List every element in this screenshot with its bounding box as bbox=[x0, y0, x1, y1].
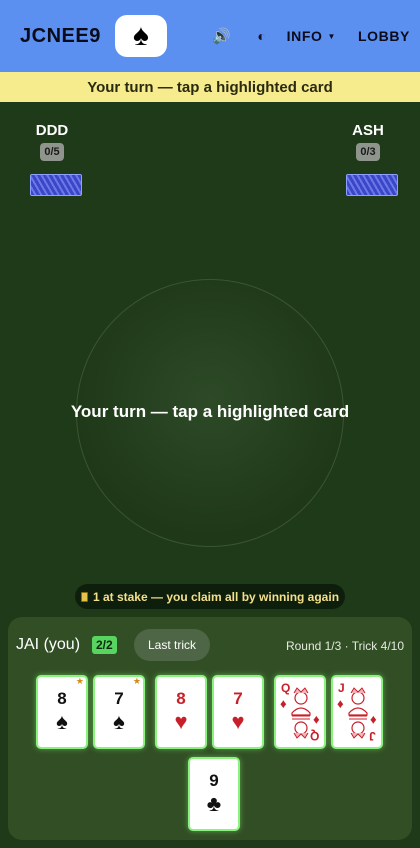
opponent-card-back bbox=[30, 174, 82, 196]
card-rank: 8 bbox=[176, 689, 186, 708]
lobby-button[interactable]: LOBBY bbox=[358, 28, 410, 44]
card-suit-icon: ♥ bbox=[231, 709, 245, 734]
card-rank: Q bbox=[281, 681, 291, 695]
card-rank: 9 bbox=[209, 771, 219, 790]
contrast-toggle-icon[interactable]: ◐ bbox=[249, 28, 275, 44]
opponent-score-badge: 0/3 bbox=[356, 143, 380, 161]
stake-pill: 1 at stake — you claim all by winning ag… bbox=[75, 584, 345, 609]
star-icon: ★ bbox=[132, 676, 141, 686]
round-info: Round 1/3 · Trick 4/10 bbox=[285, 639, 404, 653]
card-suit: ♦ bbox=[313, 713, 320, 728]
player-score-badge: 2/2 bbox=[92, 636, 117, 654]
playing-card[interactable]: 7 ♠ ★ bbox=[93, 675, 145, 749]
room-code: JCNEE9 bbox=[20, 24, 101, 47]
stake-card-icon bbox=[80, 591, 88, 602]
caret-down-icon: ▼ bbox=[327, 31, 336, 41]
spade-logo: ♠ bbox=[114, 15, 167, 57]
player-name: JAI (you) bbox=[16, 636, 81, 653]
opponent-right: ASH 0/3 bbox=[340, 122, 396, 161]
playing-card[interactable]: 8 ♠ ★ bbox=[36, 675, 88, 749]
playing-card[interactable]: 9 ♣ bbox=[188, 757, 240, 831]
last-trick-button[interactable]: Last trick bbox=[134, 629, 210, 661]
stake-text: 1 at stake — you claim all by winning ag… bbox=[92, 589, 340, 604]
opponent-score-badge: 0/5 bbox=[40, 143, 64, 161]
playing-card[interactable]: Q ♦ Q ♦ bbox=[274, 675, 326, 749]
card-suit-icon: ♥ bbox=[174, 709, 188, 734]
card-rank: 8 bbox=[57, 689, 67, 708]
star-icon: ★ bbox=[75, 676, 84, 686]
table-message: Your turn — tap a highlighted card bbox=[70, 402, 350, 421]
card-rank: J bbox=[369, 729, 376, 743]
card-suit: ♦ bbox=[337, 696, 344, 711]
info-menu-button[interactable]: INFO ▼ bbox=[287, 28, 336, 44]
info-label: INFO bbox=[286, 28, 323, 44]
card-rank: 7 bbox=[233, 689, 243, 708]
card-rank: J bbox=[338, 681, 345, 695]
card-suit: ♦ bbox=[280, 696, 287, 711]
opponent-name: DDD bbox=[35, 122, 69, 139]
playing-card[interactable]: 8 ♥ bbox=[155, 675, 207, 749]
top-bar: JCNEE9 ♠ 🔊 ◐ INFO ▼ LOBBY bbox=[0, 0, 420, 72]
turn-banner: Your turn — tap a highlighted card bbox=[0, 72, 420, 102]
sound-icon[interactable]: 🔊 bbox=[207, 27, 237, 45]
court-figure-icon bbox=[291, 687, 311, 739]
card-suit-icon: ♠ bbox=[113, 709, 125, 734]
opponent-left: DDD 0/5 bbox=[24, 122, 80, 161]
player-hand-panel: JAI (you) 2/2 Last trick Round 1/3 · Tri… bbox=[8, 617, 412, 840]
playing-card[interactable]: J ♦ J ♦ bbox=[331, 675, 383, 749]
playing-card[interactable]: 7 ♥ bbox=[212, 675, 264, 749]
card-rank: Q bbox=[309, 729, 319, 743]
court-figure-icon bbox=[348, 687, 368, 739]
card-suit-icon: ♠ bbox=[56, 709, 68, 734]
card-suit-icon: ♣ bbox=[206, 791, 222, 816]
spade-icon: ♠ bbox=[132, 19, 149, 52]
opponent-card-back bbox=[346, 174, 398, 196]
card-rank: 7 bbox=[114, 689, 124, 708]
card-suit: ♦ bbox=[370, 713, 377, 728]
opponent-name: ASH bbox=[352, 122, 384, 139]
